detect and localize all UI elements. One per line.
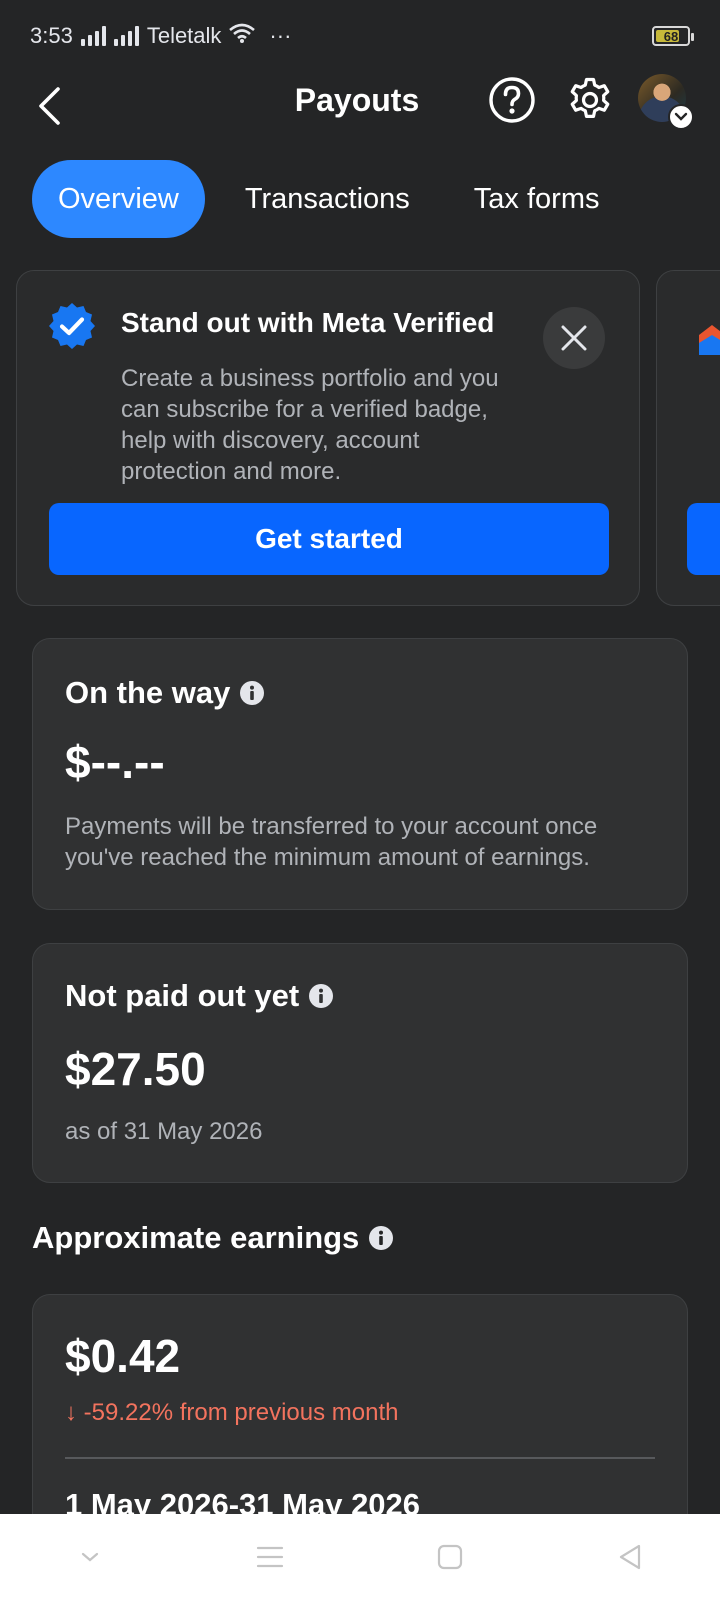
app-header: Payouts bbox=[0, 72, 720, 172]
signal-icon bbox=[80, 26, 106, 46]
signal-icon-2 bbox=[113, 26, 139, 46]
tab-bar: Overview Transactions Tax forms bbox=[32, 160, 599, 238]
on-the-way-label: On the way bbox=[65, 675, 231, 710]
close-icon bbox=[561, 325, 587, 351]
next-promo-card[interactable] bbox=[656, 270, 720, 606]
approximate-earnings-label: Approximate earnings bbox=[32, 1220, 360, 1255]
home-square-icon bbox=[437, 1544, 463, 1570]
settings-button[interactable] bbox=[566, 76, 614, 124]
system-nav-bar bbox=[0, 1514, 720, 1600]
back-triangle-icon bbox=[619, 1544, 641, 1570]
promo-icon bbox=[699, 325, 720, 355]
approximate-earnings-heading: Approximate earnings bbox=[32, 1220, 394, 1256]
battery-icon: 68 bbox=[652, 26, 694, 46]
tab-overview[interactable]: Overview bbox=[32, 160, 205, 238]
info-icon[interactable] bbox=[309, 984, 334, 1008]
info-icon[interactable] bbox=[240, 681, 265, 705]
menu-icon bbox=[256, 1546, 284, 1568]
on-the-way-amount: $--.-- bbox=[65, 736, 165, 788]
not-paid-as-of: as of 31 May 2026 bbox=[65, 1118, 263, 1145]
help-icon bbox=[489, 77, 535, 123]
nav-menu-button[interactable] bbox=[250, 1537, 290, 1577]
on-the-way-card: On the way $--.-- Payments will be trans… bbox=[32, 638, 688, 910]
chevron-down-icon[interactable] bbox=[668, 104, 694, 130]
tab-tax-forms[interactable]: Tax forms bbox=[474, 160, 600, 238]
more-indicator: ··· bbox=[269, 23, 292, 48]
status-time: 3:53 bbox=[30, 23, 73, 48]
approximate-earnings-card: $0.42 ↓ -59.22% from previous month 1 Ma… bbox=[32, 1294, 688, 1534]
help-button[interactable] bbox=[488, 76, 536, 124]
not-paid-amount: $27.50 bbox=[65, 1043, 206, 1095]
earnings-change: ↓ -59.22% from previous month bbox=[65, 1399, 399, 1426]
on-the-way-note: Payments will be transferred to your acc… bbox=[65, 813, 598, 871]
status-bar: 3:53 Teletalk ··· 68 bbox=[0, 0, 720, 72]
verified-badge-icon bbox=[49, 303, 95, 349]
nav-collapse-button[interactable] bbox=[70, 1537, 110, 1577]
carrier-name: Teletalk bbox=[146, 23, 222, 48]
chevron-down-icon bbox=[81, 1552, 99, 1562]
gear-icon bbox=[570, 77, 610, 118]
promo-close-button[interactable] bbox=[543, 307, 605, 369]
nav-back-button[interactable] bbox=[610, 1537, 650, 1577]
on-the-way-heading: On the way bbox=[65, 675, 265, 711]
wifi-icon bbox=[229, 23, 256, 49]
info-icon[interactable] bbox=[369, 1226, 394, 1250]
tab-transactions[interactable]: Transactions bbox=[245, 160, 410, 238]
not-paid-label: Not paid out yet bbox=[65, 978, 300, 1013]
earnings-amount: $0.42 bbox=[65, 1330, 181, 1382]
not-paid-out-card: Not paid out yet $27.50 as of 31 May 202… bbox=[32, 943, 688, 1183]
meta-verified-promo-card: Stand out with Meta Verified Create a bu… bbox=[16, 270, 640, 606]
promo-title: Stand out with Meta Verified bbox=[121, 307, 495, 338]
get-started-button[interactable]: Get started bbox=[49, 503, 609, 575]
divider bbox=[65, 1457, 655, 1459]
promo-description: Create a business portfolio and you can … bbox=[121, 365, 499, 485]
battery-level: 68 bbox=[663, 28, 679, 44]
next-promo-button[interactable] bbox=[687, 503, 720, 575]
nav-home-button[interactable] bbox=[430, 1537, 470, 1577]
status-left: 3:53 Teletalk ··· bbox=[30, 23, 291, 49]
not-paid-heading: Not paid out yet bbox=[65, 978, 334, 1014]
